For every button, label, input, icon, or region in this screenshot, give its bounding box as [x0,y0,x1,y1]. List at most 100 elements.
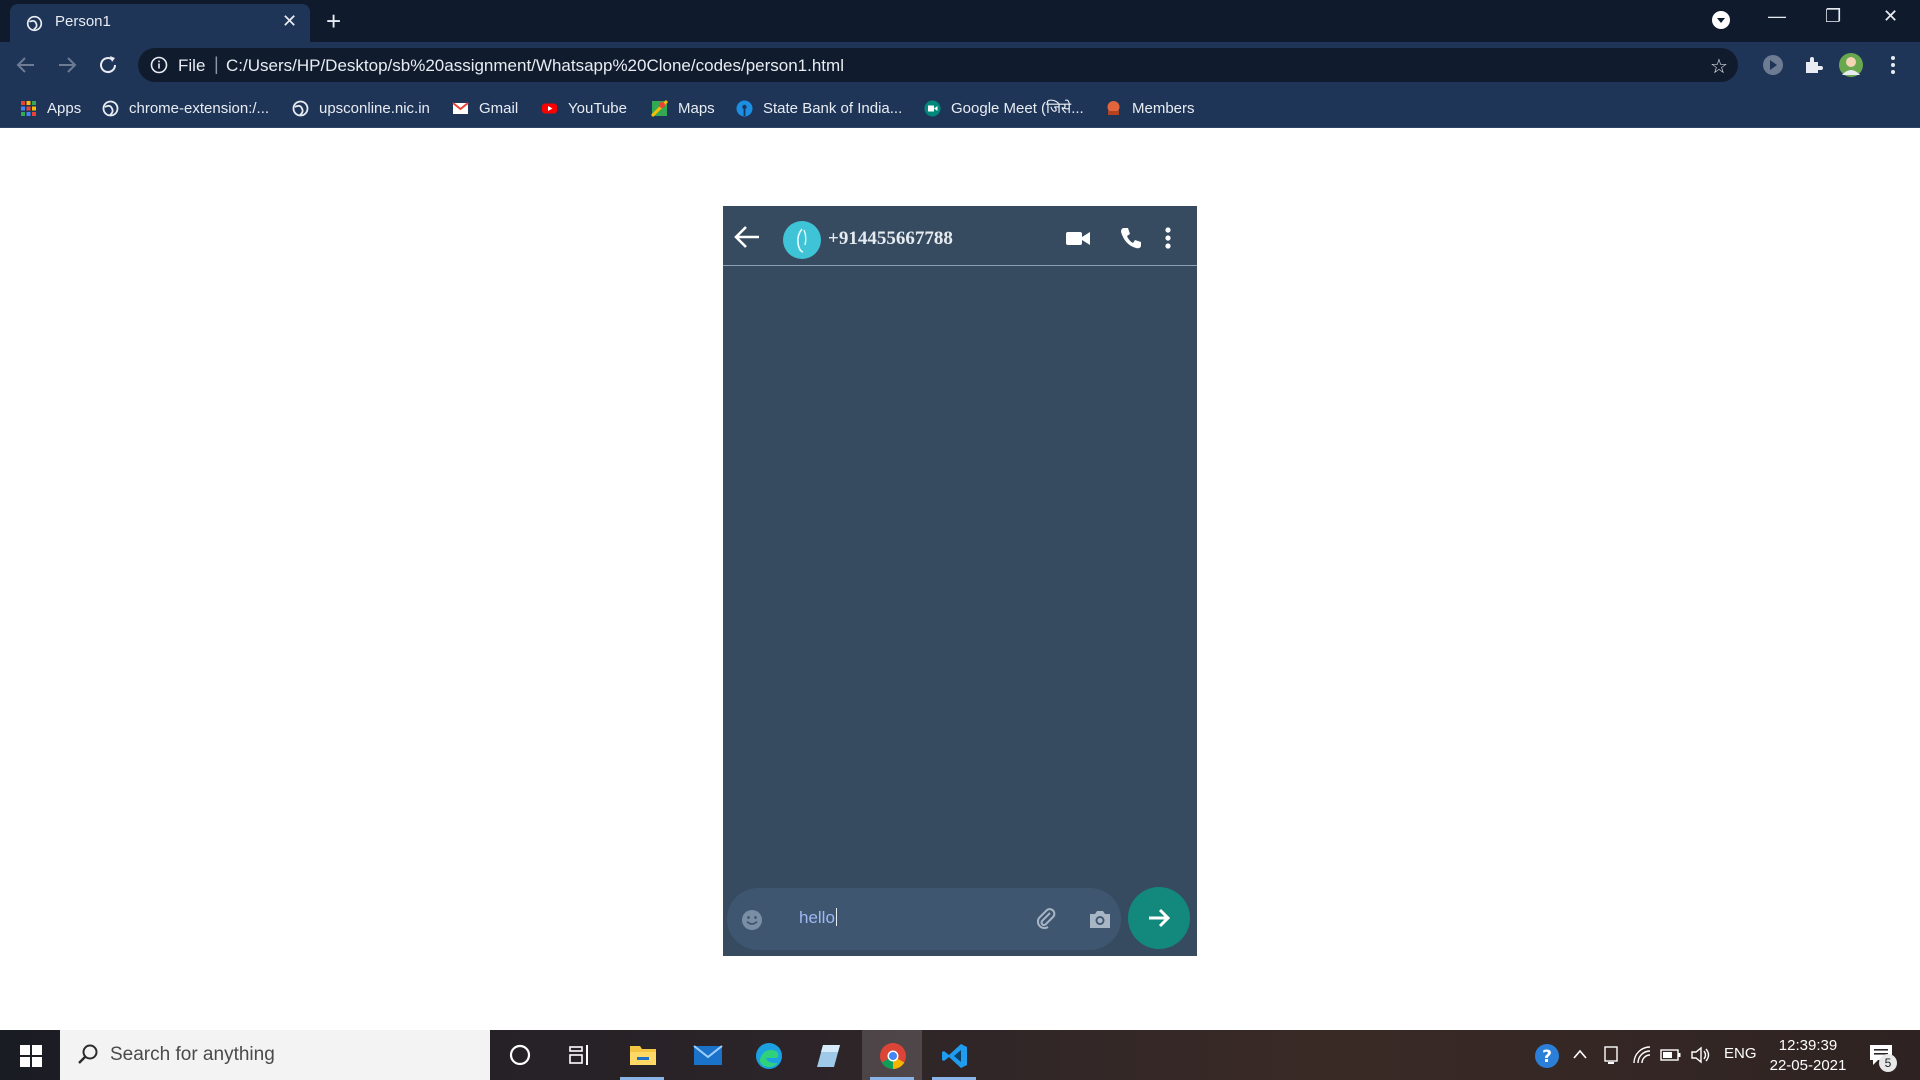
profile-dropdown-icon[interactable] [1711,10,1731,30]
chevron-up-icon[interactable] [1572,1048,1588,1060]
file-explorer-app[interactable] [612,1030,672,1080]
bookmark-apps[interactable]: Apps [20,98,81,118]
search-placeholder: Search for anything [110,1044,275,1065]
bookmark-label: YouTube [568,99,627,117]
emoji-icon[interactable] [741,909,763,931]
attach-icon[interactable] [1034,907,1058,931]
windows-logo-icon [20,1045,42,1067]
video-call-icon[interactable] [1065,226,1091,250]
contact-avatar[interactable] [783,221,821,259]
browser-tab-active[interactable]: Person1 ✕ [10,4,310,42]
back-arrow-icon[interactable] [733,224,761,250]
youtube-icon [542,103,557,113]
edge-app[interactable] [737,1030,797,1080]
bookmark-sbi[interactable]: State Bank of India... [736,98,902,118]
bookmark-gmail[interactable]: Gmail [452,98,518,118]
avatar-figure-icon [797,228,807,253]
tab-title: Person1 [55,13,111,30]
bookmark-label: Apps [47,99,82,117]
notes-app[interactable] [798,1030,858,1080]
info-icon[interactable] [150,56,168,74]
volume-icon[interactable] [1690,1045,1712,1065]
bookmark-upsconline[interactable]: upsconline.nic.in [292,98,430,118]
members-icon [1107,100,1120,115]
battery-icon[interactable] [1660,1047,1682,1063]
bookmark-google-meet[interactable]: Google Meet (जिसे... [924,98,1084,118]
message-input-value: hello [799,908,835,927]
tab-close-icon[interactable]: ✕ [282,11,297,32]
new-tab-button[interactable]: + [326,6,341,37]
reload-icon[interactable] [96,53,120,77]
cortana-button[interactable] [490,1030,550,1080]
bookmark-star-icon[interactable]: ☆ [1710,54,1728,79]
start-button[interactable] [0,1030,60,1080]
back-nav-icon[interactable] [14,53,38,77]
extensions-puzzle-icon[interactable] [1800,52,1826,78]
bookmark-label: chrome-extension:/... [129,99,270,117]
browser-tab-bar: Person1 ✕ + — ❐ ✕ [0,0,1920,42]
address-url-text[interactable]: C:/Users/HP/Desktop/sb%20assignment/What… [226,56,844,76]
bookmark-label: Members [1132,99,1195,117]
chat-header: +914455667788 [723,206,1197,266]
bookmark-label: upsconline.nic.in [319,99,430,117]
chat-window: +914455667788 hello [723,206,1197,956]
meet-icon [924,100,941,116]
folder-icon [630,1046,656,1065]
task-view-button[interactable] [550,1030,610,1080]
edge-icon [756,1043,782,1069]
bookmark-maps[interactable]: Maps [651,98,715,118]
wifi-icon[interactable] [1632,1045,1652,1065]
message-input[interactable]: hello [799,908,837,928]
sbi-icon [736,100,753,116]
send-button[interactable] [1128,887,1190,949]
cortana-circle-icon [509,1044,531,1066]
address-scheme-label: File [178,56,206,75]
browser-toolbar: File | C:/Users/HP/Desktop/sb%20assignme… [0,42,1920,88]
notification-count-badge: 5 [1879,1054,1897,1072]
maps-icon [651,99,668,117]
close-window-button[interactable]: ✕ [1883,6,1898,27]
help-icon[interactable]: ? [1533,1042,1561,1070]
windows-taskbar: Search for anything ? ENG 12:39:39 22-05… [0,1030,1920,1080]
clock-date: 22-05-2021 [1769,1057,1847,1074]
vscode-app[interactable] [924,1030,984,1080]
extension-icon[interactable] [1760,52,1786,78]
browser-menu-icon[interactable] [1880,52,1906,78]
bookmark-label: State Bank of India... [763,99,903,117]
apps-grid-icon [21,100,36,116]
send-arrow-icon [1149,908,1171,928]
address-separator: | [214,54,219,74]
bookmark-label: Gmail [479,99,519,117]
language-indicator[interactable]: ENG [1724,1045,1757,1062]
chat-menu-icon[interactable] [1163,226,1173,250]
contact-name[interactable]: +914455667788 [828,228,953,250]
system-clock[interactable]: 12:39:39 22-05-2021 [1760,1036,1856,1076]
bookmark-label: Maps [678,99,715,117]
minimize-button[interactable]: — [1768,6,1786,27]
taskbar-search-box[interactable]: Search for anything [60,1030,490,1080]
profile-avatar-icon[interactable] [1838,52,1864,78]
globe-icon [26,15,43,32]
phone-call-icon[interactable] [1119,226,1143,250]
chrome-app[interactable] [862,1030,922,1080]
address-bar[interactable]: File | C:/Users/HP/Desktop/sb%20assignme… [138,48,1738,82]
device-icon[interactable] [1602,1045,1620,1065]
search-icon [78,1044,98,1064]
bookmark-members[interactable]: Members [1105,98,1195,118]
bookmark-youtube[interactable]: YouTube [541,98,627,118]
notes-icon [817,1045,840,1067]
text-caret [835,908,837,926]
mail-icon [693,1045,723,1065]
forward-nav-icon[interactable] [55,53,79,77]
message-input-bar[interactable]: hello [727,888,1121,950]
globe-icon [102,100,119,116]
vscode-icon [942,1044,967,1068]
bookmark-chrome-extension[interactable]: chrome-extension:/... [102,98,269,118]
restore-button[interactable]: ❐ [1825,6,1841,27]
mail-app[interactable] [676,1030,736,1080]
camera-icon[interactable] [1088,908,1112,930]
svg-text:?: ? [1542,1047,1552,1067]
task-view-icon [569,1045,588,1065]
bookmark-label: Google Meet (जिसे... [951,100,1084,117]
gmail-icon [452,101,469,114]
